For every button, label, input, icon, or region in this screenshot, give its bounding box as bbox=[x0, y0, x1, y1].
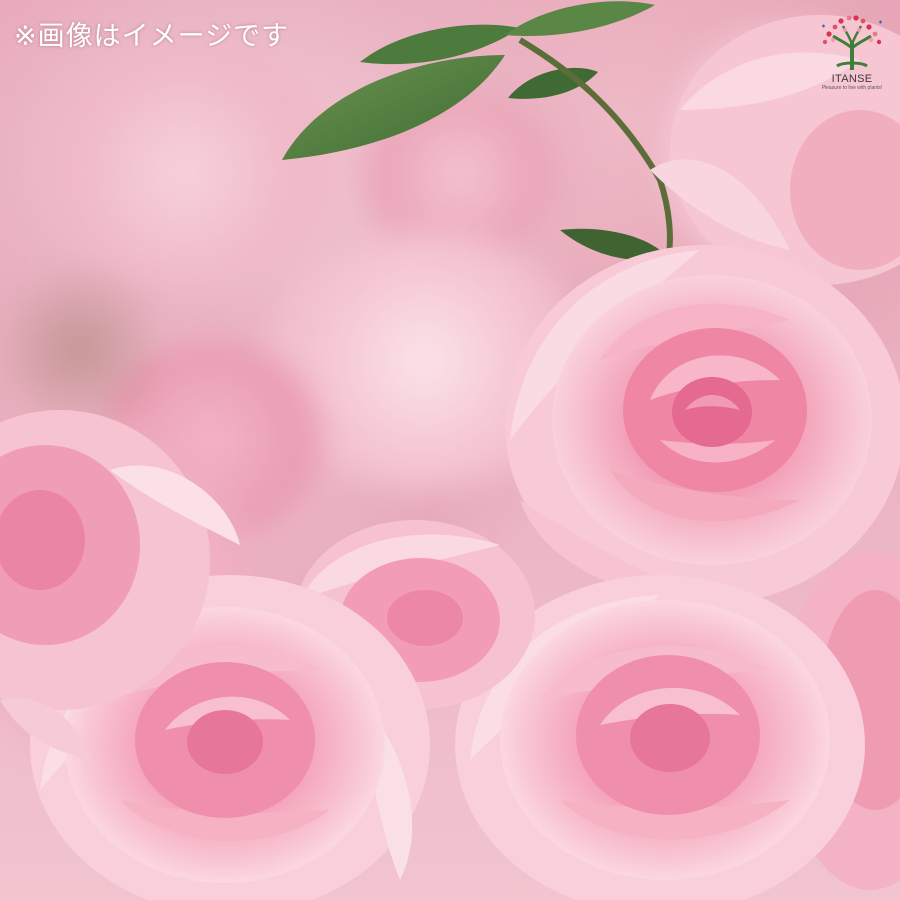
brand-logo: ITANSE Pleasure to live with plants! bbox=[812, 14, 892, 98]
foreground-roses bbox=[0, 0, 900, 900]
rose-illustration bbox=[0, 1, 900, 900]
tree-heart-logo-icon bbox=[822, 15, 882, 70]
leaf bbox=[505, 1, 655, 36]
product-photo: ※画像はイメージです ITANSE Pleasure to live with … bbox=[0, 0, 900, 900]
logo-brand-name: ITANSE bbox=[831, 73, 873, 85]
logo-tagline: Pleasure to live with plants! bbox=[821, 85, 883, 91]
leaf bbox=[282, 55, 505, 160]
image-notice-text: ※画像はイメージです bbox=[14, 21, 290, 52]
rose-main bbox=[505, 245, 900, 605]
